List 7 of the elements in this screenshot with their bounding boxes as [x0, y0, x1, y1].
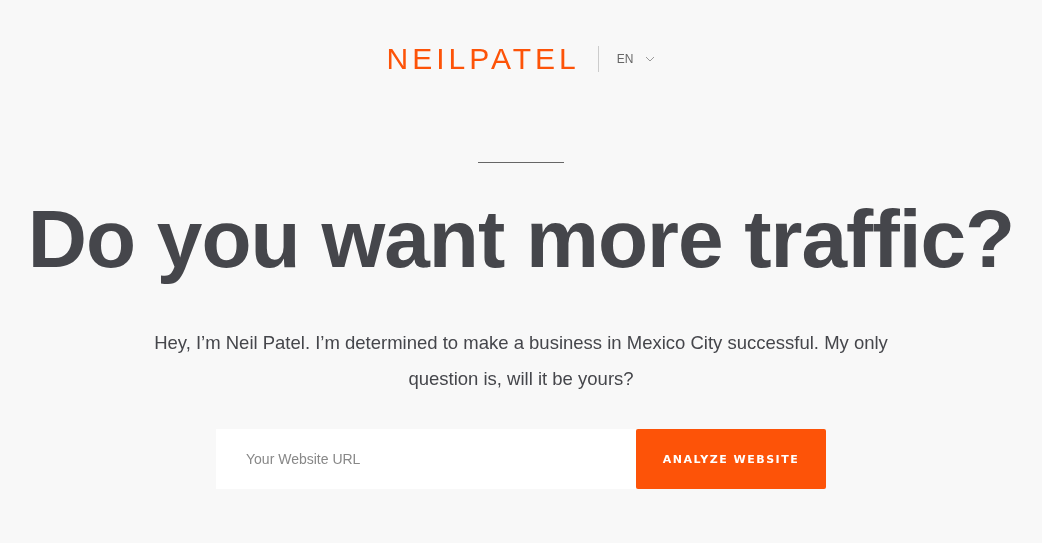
url-input-field[interactable]: Your Website URL [216, 429, 636, 489]
hero-title: Do you want more traffic? [27, 192, 1015, 286]
language-selector[interactable]: EN [616, 52, 656, 66]
chevron-down-icon [645, 56, 656, 62]
logo[interactable]: NEILPATEL [386, 44, 580, 74]
analyze-website-button[interactable]: ANALYZE WEBSITE [636, 429, 826, 489]
hero-subtitle: Hey, I’m Neil Patel. I’m determined to make a business in Mexico City successful. My only question is, will it be yours? [153, 331, 889, 391]
